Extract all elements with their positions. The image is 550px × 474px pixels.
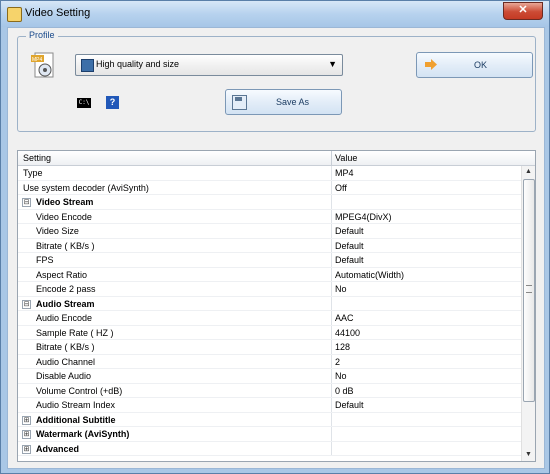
expand-icon[interactable]: ⊞ (22, 415, 31, 425)
chevron-down-icon: ▼ (328, 59, 337, 69)
dialog-body: Profile MP4 High quality and size ▼ C:\ … (7, 27, 545, 469)
save-as-button[interactable]: Save As (225, 89, 342, 115)
setting-name: Sample Rate ( HZ ) (36, 327, 114, 338)
grid-rows: Type MP4 Use system decoder (AviSynth) O… (18, 166, 521, 456)
setting-name: Aspect Ratio (36, 269, 88, 280)
setting-value[interactable]: MP4 (335, 168, 354, 178)
profile-select-value: High quality and size (96, 59, 180, 69)
group-video-stream[interactable]: ⊟ Video Stream (18, 195, 521, 210)
setting-value[interactable]: MPEG4(DivX) (335, 212, 392, 222)
column-header-value[interactable]: Value (335, 153, 357, 163)
row-audio-bitrate[interactable]: Bitrate ( KB/s ) 128 (18, 340, 521, 355)
setting-name: Volume Control (+dB) (36, 385, 123, 396)
setting-value[interactable]: AAC (335, 313, 354, 323)
collapse-icon[interactable]: ⊟ (22, 198, 31, 207)
group-title: Video Stream (36, 197, 94, 207)
setting-value[interactable]: 44100 (335, 328, 360, 338)
setting-value[interactable]: 2 (335, 357, 340, 367)
group-title: Additional Subtitle (36, 414, 116, 425)
settings-grid: Setting Value Type MP4 Use system decode… (17, 150, 536, 462)
setting-value[interactable]: Off (335, 183, 347, 193)
group-watermark[interactable]: ⊞ Watermark (AviSynth) (18, 427, 521, 442)
ok-button[interactable]: OK (416, 52, 533, 78)
window-title: Video Setting (25, 7, 91, 19)
scroll-down-icon[interactable]: ▼ (522, 449, 535, 461)
setting-name: Bitrate ( KB/s ) (36, 240, 95, 251)
setting-value[interactable]: No (335, 371, 347, 381)
setting-value[interactable]: No (335, 284, 347, 294)
group-title: Advanced (36, 443, 80, 454)
column-header-setting[interactable]: Setting (23, 153, 51, 163)
column-divider[interactable] (331, 151, 332, 165)
row-volume-control[interactable]: Volume Control (+dB) 0 dB (18, 383, 521, 398)
row-video-size[interactable]: Video Size Default (18, 224, 521, 239)
setting-value[interactable]: Default (335, 400, 364, 410)
setting-name: Encode 2 pass (36, 284, 96, 294)
row-video-encode[interactable]: Video Encode MPEG4(DivX) (18, 209, 521, 224)
profile-group: Profile MP4 High quality and size ▼ C:\ … (17, 30, 536, 132)
mp4-file-icon: MP4 (31, 52, 54, 78)
row-disable-audio[interactable]: Disable Audio No (18, 369, 521, 384)
row-audio-encode[interactable]: Audio Encode AAC (18, 311, 521, 326)
grip-icon (526, 285, 532, 293)
row-fps[interactable]: FPS Default (18, 253, 521, 268)
setting-name: Video Size (36, 226, 79, 236)
svg-text:MP4: MP4 (32, 57, 43, 63)
group-advanced[interactable]: ⊞ Advanced (18, 441, 521, 456)
row-audio-channel[interactable]: Audio Channel 2 (18, 354, 521, 369)
row-encode-2-pass[interactable]: Encode 2 pass No (18, 282, 521, 297)
row-aspect-ratio[interactable]: Aspect Ratio Automatic(Width) (18, 267, 521, 282)
setting-value[interactable]: 0 dB (335, 386, 354, 396)
setting-name: Disable Audio (36, 371, 92, 381)
video-setting-window: Video Setting ✕ Profile MP4 High quality… (0, 0, 550, 474)
row-sample-rate[interactable]: Sample Rate ( HZ ) 44100 (18, 325, 521, 340)
profile-quality-icon (81, 59, 94, 72)
scroll-thumb[interactable] (523, 179, 535, 402)
close-button[interactable]: ✕ (503, 2, 543, 20)
expand-icon[interactable]: ⊞ (22, 444, 31, 454)
title-bar: Video Setting ✕ (1, 1, 549, 27)
ok-label: OK (473, 60, 487, 70)
scroll-up-icon[interactable]: ▲ (522, 166, 535, 178)
setting-name: Type (23, 168, 43, 178)
row-system-decoder[interactable]: Use system decoder (AviSynth) Off (18, 180, 521, 195)
setting-name: Video Encode (36, 211, 92, 222)
profile-select[interactable]: High quality and size ▼ (75, 54, 343, 76)
help-icon[interactable]: ? (106, 96, 119, 109)
setting-name: Bitrate ( KB/s ) (36, 342, 95, 352)
group-audio-stream[interactable]: ⊟ Audio Stream (18, 296, 521, 311)
expand-icon[interactable]: ⊞ (22, 430, 31, 439)
group-title: Watermark (AviSynth) (36, 429, 130, 439)
command-prompt-icon[interactable]: C:\ (77, 98, 91, 108)
setting-value[interactable]: Default (335, 255, 364, 265)
setting-name: FPS (36, 255, 54, 265)
setting-value[interactable]: Automatic(Width) (335, 270, 404, 280)
row-type[interactable]: Type MP4 (18, 166, 521, 181)
app-icon (7, 7, 22, 22)
collapse-icon[interactable]: ⊟ (22, 299, 31, 309)
profile-legend: Profile (26, 30, 58, 40)
setting-name: Audio Channel (36, 356, 96, 367)
setting-name: Audio Stream Index (36, 400, 116, 410)
row-video-bitrate[interactable]: Bitrate ( KB/s ) Default (18, 238, 521, 253)
group-additional-subtitle[interactable]: ⊞ Additional Subtitle (18, 412, 521, 427)
grid-header: Setting Value (18, 151, 535, 166)
row-audio-stream-index[interactable]: Audio Stream Index Default (18, 398, 521, 413)
setting-value[interactable]: Default (335, 226, 364, 236)
setting-value[interactable]: 128 (335, 342, 350, 352)
setting-name: Audio Encode (36, 313, 93, 323)
setting-value[interactable]: Default (335, 241, 364, 251)
group-title: Audio Stream (36, 298, 95, 309)
vertical-scrollbar[interactable]: ▲ ▼ (521, 166, 535, 461)
setting-name: Use system decoder (AviSynth) (23, 182, 149, 193)
save-as-label: Save As (275, 97, 310, 107)
